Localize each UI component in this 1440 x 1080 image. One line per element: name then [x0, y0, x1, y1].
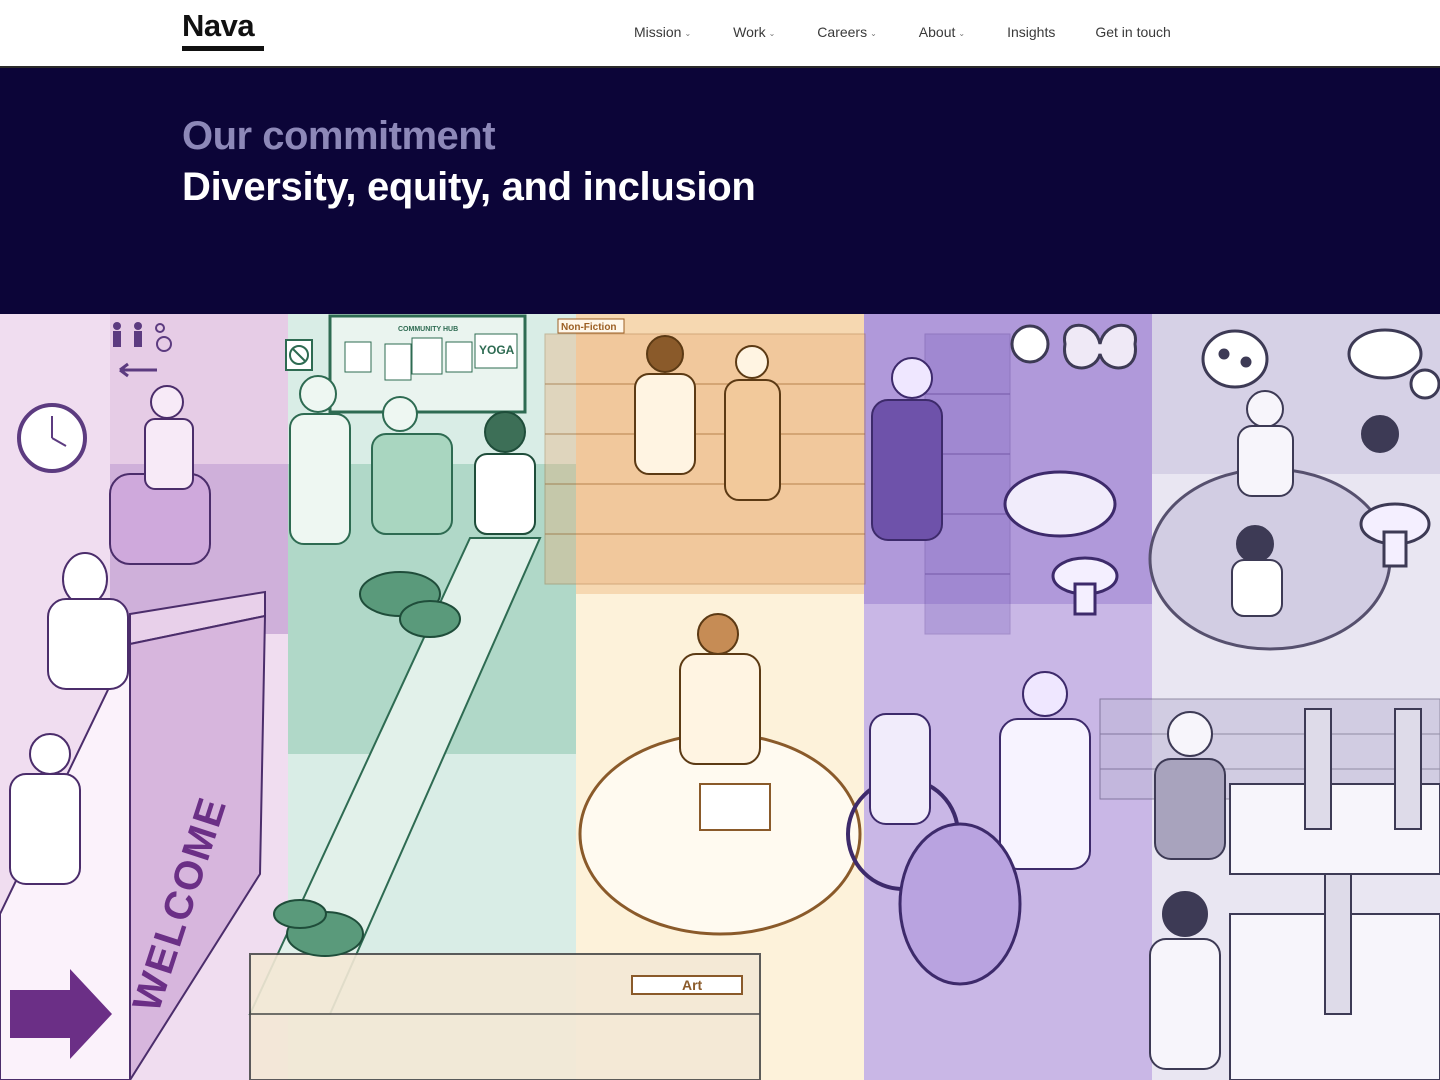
nav-item-label: Mission	[634, 24, 682, 40]
art-sign-label: Art	[682, 977, 703, 993]
kids-table	[1003, 470, 1117, 538]
chevron-down-icon: ⌄	[870, 28, 877, 38]
yoga-poster-label: YOGA	[479, 343, 515, 357]
community-hub-label: COMMUNITY HUB	[398, 326, 458, 333]
non-fiction-sign-label: Non-Fiction	[561, 322, 617, 333]
site-header: Nava Mission ⌄ Work ⌄ Careers ⌄ About ⌄ …	[0, 0, 1440, 68]
chevron-down-icon: ⌄	[684, 28, 692, 38]
nava-logo[interactable]: Nava	[182, 10, 264, 51]
nav-item-label: Insights	[1007, 24, 1056, 40]
nav-item-work[interactable]: Work ⌄	[733, 24, 775, 40]
chevron-down-icon: ⌄	[768, 28, 776, 38]
main-nav: Mission ⌄ Work ⌄ Careers ⌄ About ⌄ Insig…	[634, 24, 1171, 40]
hero-eyebrow: Our commitment	[182, 114, 496, 158]
nav-item-about[interactable]: About ⌄	[919, 24, 965, 40]
logo-wordmark: Nava	[182, 8, 255, 43]
laptop	[699, 783, 771, 831]
nav-item-label: Careers	[817, 24, 868, 40]
nav-item-careers[interactable]: Careers ⌄	[817, 24, 877, 40]
nav-item-label: Get in touch	[1095, 24, 1171, 40]
nav-item-label: Work	[733, 24, 766, 40]
clock-icon	[17, 403, 87, 473]
logo-underline	[182, 46, 264, 51]
nav-item-label: About	[918, 24, 956, 40]
library-illustration: Non-Fiction COMMUNITY HUB YOGA WELCOME A…	[0, 314, 1440, 1080]
hero-title: Diversity, equity, and inclusion	[182, 165, 756, 209]
nav-item-mission[interactable]: Mission ⌄	[634, 24, 691, 40]
chevron-down-icon: ⌄	[958, 28, 966, 38]
no-food-sign-icon	[285, 339, 313, 371]
nav-item-insights[interactable]: Insights	[1007, 24, 1055, 40]
bookshelf-nonfiction	[544, 333, 866, 585]
library-scene: Non-Fiction COMMUNITY HUB YOGA WELCOME A…	[0, 314, 1440, 1080]
nav-item-get-in-touch[interactable]: Get in touch	[1095, 24, 1171, 40]
hero-banner: Our commitment Diversity, equity, and in…	[0, 68, 1440, 314]
